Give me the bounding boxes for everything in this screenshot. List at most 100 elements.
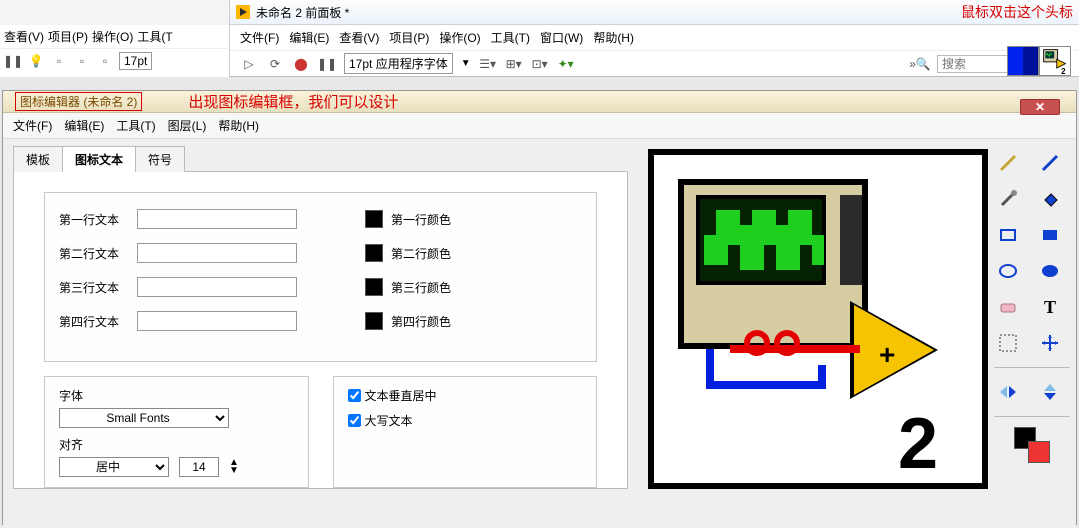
palette-separator [994, 367, 1070, 368]
connector-pane[interactable] [1007, 46, 1039, 76]
partial-titlebar [0, 0, 229, 25]
editor-left-panel: 模板 图标文本 符号 第一行文本 第一行颜色 第二行文本 [3, 139, 638, 528]
front-panel-titlebar: 未命名 2 前面板 * [230, 0, 1079, 25]
close-button[interactable]: ✕ [1020, 99, 1060, 115]
checks-sub: 文本垂直居中 大写文本 [333, 376, 598, 488]
font-select[interactable]: 17pt [119, 52, 152, 70]
font-size-input[interactable] [179, 457, 219, 477]
menu-help[interactable]: 帮助(H) [593, 29, 634, 46]
ed-menu-edit[interactable]: 编辑(E) [64, 117, 104, 134]
flip-h-tool-icon[interactable] [994, 378, 1022, 406]
color-picker[interactable] [1014, 427, 1050, 463]
tab-icon-text[interactable]: 图标文本 [62, 146, 136, 172]
row4-label: 第四行文本 [59, 313, 129, 330]
chk-vertical-center[interactable]: 文本垂直居中 [348, 387, 583, 404]
row4-text-input[interactable] [137, 311, 297, 331]
row4-color-swatch[interactable] [365, 312, 383, 330]
wire-red-loop-px [744, 330, 770, 356]
wave-px [764, 210, 776, 245]
probe-icon[interactable]: ▫ [50, 52, 68, 70]
vi-icon-thumbnail[interactable]: 2 [1039, 46, 1071, 76]
icon-canvas-panel: + 2 [638, 139, 988, 528]
reorder-icon[interactable]: ✦▾ [557, 55, 575, 73]
text-tool-icon[interactable]: T [1036, 293, 1064, 321]
menu-view2[interactable]: 查看(V) [339, 29, 379, 46]
align-select[interactable]: 居中 [59, 457, 169, 477]
distribute-icon[interactable]: ⊞▾ [505, 55, 523, 73]
background-color-swatch[interactable] [1028, 441, 1050, 463]
icon-editor-window: 图标编辑器 (未命名 2) 出现图标编辑框，我们可以设计 ✕ 文件(F) 编辑(… [2, 90, 1077, 525]
search-input[interactable] [937, 55, 1017, 73]
chk2-label: 大写文本 [365, 412, 413, 429]
row3-color-swatch[interactable] [365, 278, 383, 296]
rect-tool-icon[interactable] [994, 221, 1022, 249]
editor-titlebar: 图标编辑器 (未命名 2) 出现图标编辑框，我们可以设计 [3, 91, 1076, 113]
row1-label: 第一行文本 [59, 211, 129, 228]
row-3: 第三行文本 第三行颜色 [59, 277, 582, 297]
palette-separator2 [994, 416, 1070, 417]
step2-icon[interactable]: ▫ [96, 52, 114, 70]
ed-menu-tools[interactable]: 工具(T) [116, 117, 155, 134]
tab-templates[interactable]: 模板 [13, 146, 63, 172]
stepper-icon[interactable]: ▲▼ [229, 459, 239, 475]
menu-view[interactable]: 查看(V) [4, 28, 44, 45]
menu-window[interactable]: 窗口(W) [540, 29, 583, 46]
scope-knobs-px [840, 195, 862, 285]
vi-icon-header[interactable]: 2 [1007, 46, 1073, 76]
align-icon[interactable]: ☰▾ [479, 55, 497, 73]
menu-file[interactable]: 文件(F) [240, 29, 279, 46]
row1-text-input[interactable] [137, 209, 297, 229]
menu-tools[interactable]: 工具(T [137, 28, 172, 45]
icon-canvas[interactable]: + 2 [648, 149, 988, 489]
row1-color-swatch[interactable] [365, 210, 383, 228]
ed-menu-file[interactable]: 文件(F) [13, 117, 52, 134]
menu-project2[interactable]: 项目(P) [389, 29, 429, 46]
eyedropper-tool-icon[interactable] [994, 185, 1022, 213]
chk-uppercase[interactable]: 大写文本 [348, 412, 583, 429]
row-4: 第四行文本 第四行颜色 [59, 311, 582, 331]
row2-text-input[interactable] [137, 243, 297, 263]
partial-toolbar: ❚❚ 💡 ▫ ▫ ▫ 17pt [0, 48, 229, 73]
run-icon[interactable]: ▷ [240, 55, 258, 73]
annotation-top: 鼠标双击这个头标 [961, 2, 1073, 22]
chk2-checkbox[interactable] [348, 414, 361, 427]
tab-glyphs[interactable]: 符号 [135, 146, 185, 172]
move-tool-icon[interactable] [1036, 329, 1064, 357]
wave-px [704, 235, 716, 265]
chk1-checkbox[interactable] [348, 389, 361, 402]
window-title: 未命名 2 前面板 * [256, 4, 349, 21]
app-font-select[interactable]: 17pt 应用程序字体 [344, 53, 453, 74]
pause-icon[interactable]: ❚❚ [4, 52, 22, 70]
ellipse-filled-tool-icon[interactable] [1036, 257, 1064, 285]
resize-icon[interactable]: ⊡▾ [531, 55, 549, 73]
eraser-tool-icon[interactable] [994, 293, 1022, 321]
bulb-icon[interactable]: 💡 [27, 52, 45, 70]
rect-filled-tool-icon[interactable] [1036, 221, 1064, 249]
fill-tool-icon[interactable] [1036, 185, 1064, 213]
run-cont-icon[interactable]: ⟳ [266, 55, 284, 73]
wave-px [776, 225, 788, 270]
menu-operate2[interactable]: 操作(O) [439, 29, 480, 46]
tool-palette: T [988, 139, 1076, 528]
font-sub: 字体 Small Fonts 对齐 居中 ▲▼ [44, 376, 309, 488]
search-icon[interactable]: »🔍 [911, 55, 929, 73]
pencil-tool-icon[interactable] [994, 149, 1022, 177]
menu-project[interactable]: 项目(P) [48, 28, 88, 45]
ed-menu-layers[interactable]: 图层(L) [168, 117, 207, 134]
menu-edit[interactable]: 编辑(E) [289, 29, 329, 46]
line-tool-icon[interactable] [1036, 149, 1064, 177]
row2-color-swatch[interactable] [365, 244, 383, 262]
pause2-icon[interactable]: ❚❚ [318, 55, 336, 73]
row3-text-input[interactable] [137, 277, 297, 297]
select-tool-icon[interactable] [994, 329, 1022, 357]
wire-blue-px [818, 365, 826, 389]
abort-icon[interactable]: ⬤ [292, 55, 310, 73]
ed-menu-help[interactable]: 帮助(H) [218, 117, 259, 134]
font-select-editor[interactable]: Small Fonts [59, 408, 229, 428]
menu-operate[interactable]: 操作(O) [92, 28, 133, 45]
menu-tools2[interactable]: 工具(T) [491, 29, 530, 46]
step-icon[interactable]: ▫ [73, 52, 91, 70]
flip-v-tool-icon[interactable] [1036, 378, 1064, 406]
wire-red-loop2-px [774, 330, 800, 356]
ellipse-tool-icon[interactable] [994, 257, 1022, 285]
